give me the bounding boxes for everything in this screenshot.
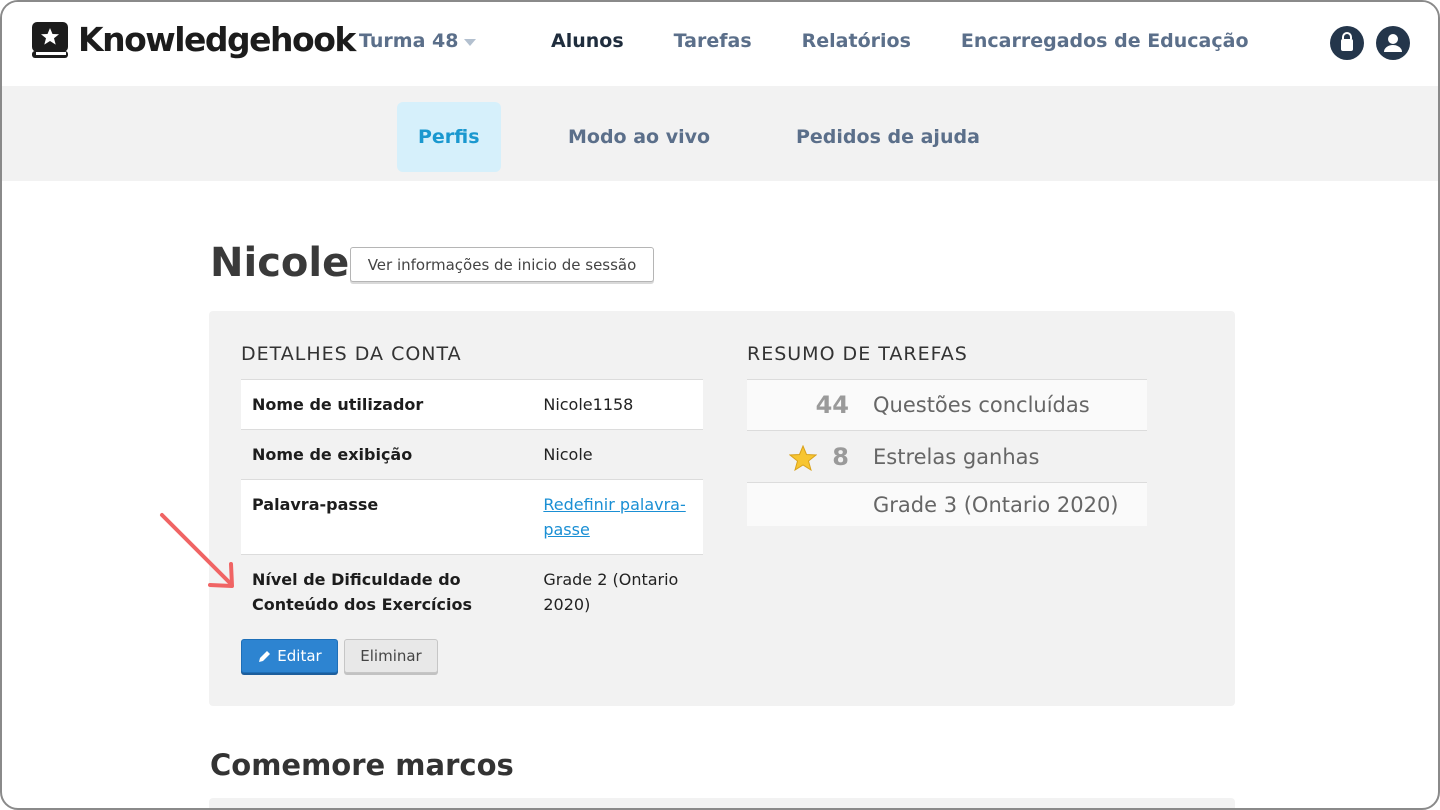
- top-navbar: Knowledgehook Turma 48 Alunos Tarefas Re…: [2, 2, 1438, 86]
- account-details-table: Nome de utilizador Nicole1158 Nome de ex…: [241, 379, 703, 629]
- edit-button-label: Editar: [277, 647, 322, 665]
- questions-label: Questões concluídas: [873, 393, 1090, 417]
- password-label: Palavra-passe: [252, 495, 379, 514]
- list-item: 44 Questões concluídas: [747, 379, 1147, 430]
- task-summary-table: 44 Questões concluídas 8 Estrelas ganhas…: [747, 379, 1147, 526]
- class-selector-label: Turma 48: [359, 30, 459, 52]
- bag-icon[interactable]: [1330, 26, 1364, 60]
- tab-modo-ao-vivo[interactable]: Modo ao vivo: [568, 102, 710, 172]
- tab-perfis[interactable]: Perfis: [397, 102, 501, 172]
- chevron-down-icon: [464, 38, 477, 46]
- milestones-panel: [209, 798, 1235, 808]
- table-row: Palavra-passe Redefinir palavra-passe: [241, 479, 703, 554]
- list-item: 8 Estrelas ganhas: [747, 430, 1147, 482]
- tab-pedidos-de-ajuda[interactable]: Pedidos de ajuda: [796, 102, 980, 172]
- stars-label: Estrelas ganhas: [873, 444, 1040, 469]
- star-icon: [788, 444, 818, 477]
- grade-label: Grade 3 (Ontario 2020): [873, 492, 1119, 517]
- display-name-value: Nicole: [543, 445, 593, 464]
- book-star-icon: [30, 20, 70, 60]
- table-row: Nome de exibição Nicole: [241, 429, 703, 479]
- edit-button[interactable]: Editar: [241, 639, 338, 673]
- app-window: Knowledgehook Turma 48 Alunos Tarefas Re…: [0, 0, 1440, 810]
- sub-navbar: Perfis Modo ao vivo Pedidos de ajuda: [2, 86, 1438, 181]
- display-name-label: Nome de exibição: [252, 445, 413, 464]
- nav-alunos[interactable]: Alunos: [551, 30, 624, 52]
- stars-count: 8: [832, 442, 849, 471]
- table-row: Nível de Dificuldade do Conteúdo dos Exe…: [241, 554, 703, 629]
- username-value: Nicole1158: [543, 395, 634, 414]
- main-nav: Alunos Tarefas Relatórios Encarregados d…: [551, 30, 1299, 52]
- list-item: Grade 3 (Ontario 2020): [747, 482, 1147, 526]
- milestones-title: Comemore marcos: [210, 748, 514, 782]
- delete-button[interactable]: Eliminar: [344, 639, 438, 673]
- nav-relatorios[interactable]: Relatórios: [802, 30, 911, 52]
- difficulty-level-value: Grade 2 (Ontario 2020): [543, 570, 679, 614]
- nav-tarefas[interactable]: Tarefas: [674, 30, 752, 52]
- student-name: Nicole: [210, 240, 350, 286]
- table-row: Nome de utilizador Nicole1158: [241, 379, 703, 429]
- brand-name: Knowledgehook: [78, 20, 356, 59]
- account-panel: DETALHES DA CONTA Nome de utilizador Nic…: [209, 311, 1235, 706]
- annotation-arrow-icon: [152, 507, 242, 601]
- pencil-icon: [257, 649, 272, 664]
- user-avatar-icon[interactable]: [1376, 26, 1410, 60]
- account-details-title: DETALHES DA CONTA: [241, 343, 462, 365]
- nav-encarregados[interactable]: Encarregados de Educação: [961, 30, 1249, 52]
- class-selector[interactable]: Turma 48: [359, 30, 477, 52]
- reset-password-link[interactable]: Redefinir palavra-passe: [543, 495, 685, 539]
- username-label: Nome de utilizador: [252, 395, 424, 414]
- header-actions: [1318, 26, 1410, 60]
- view-login-info-button[interactable]: Ver informações de inicio de sessão: [350, 247, 654, 282]
- questions-count: 44: [815, 391, 849, 419]
- difficulty-level-label: Nível de Dificuldade do Conteúdo dos Exe…: [252, 570, 473, 614]
- brand-logo[interactable]: Knowledgehook: [30, 20, 356, 60]
- task-summary-title: RESUMO DE TAREFAS: [747, 343, 968, 365]
